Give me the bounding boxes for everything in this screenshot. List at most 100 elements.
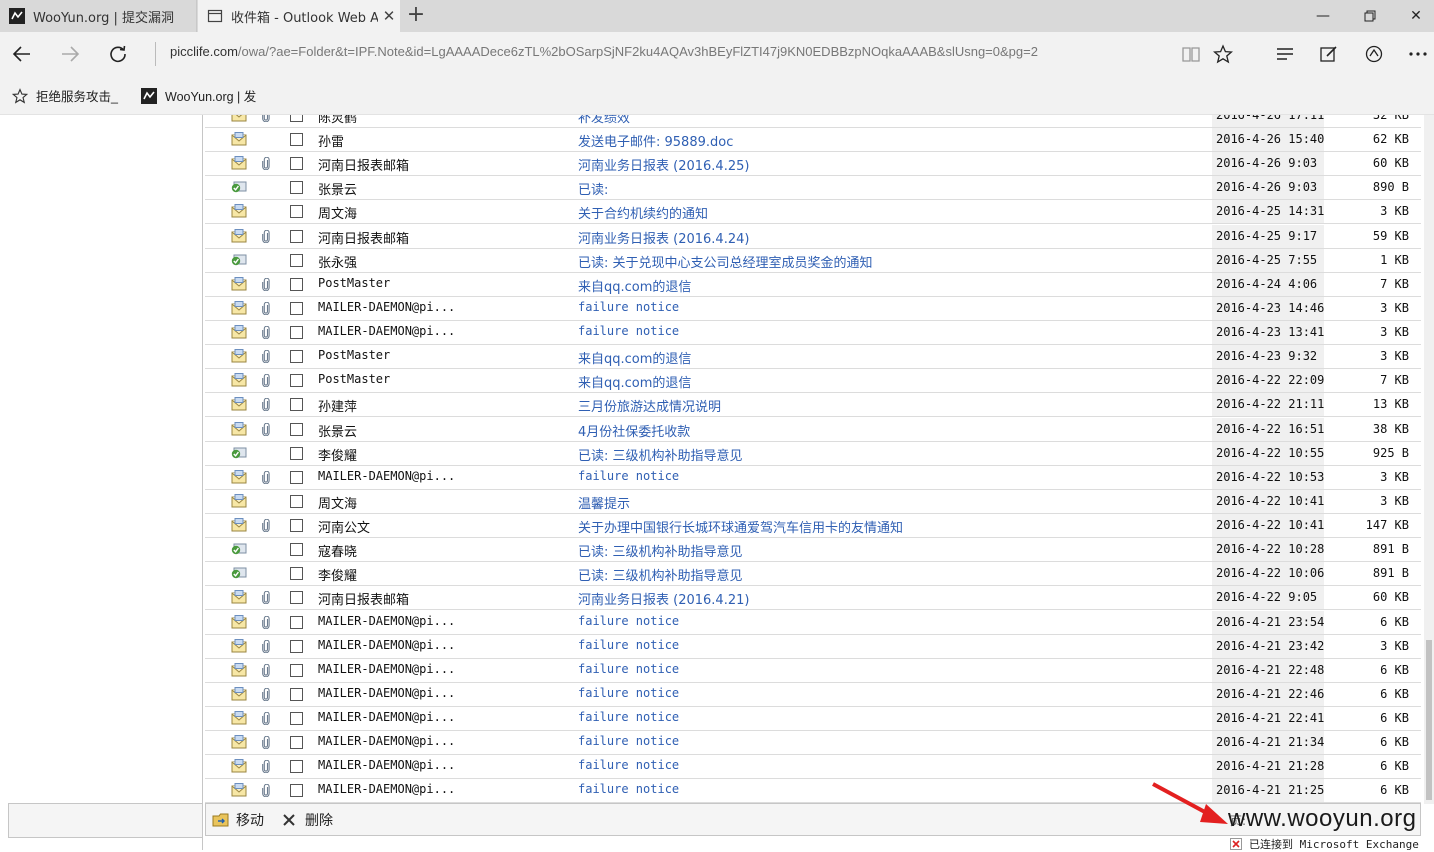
- select-checkbox[interactable]: [290, 446, 303, 460]
- select-checkbox[interactable]: [290, 712, 303, 725]
- select-checkbox[interactable]: [290, 350, 303, 364]
- message-row[interactable]: MAILER-DAEMON@pi... failure notice 2016-4-…: [205, 296, 1421, 321]
- subject-link[interactable]: 已读: 三级机构补助指导意见: [578, 541, 743, 560]
- subject-link[interactable]: 已读: 三级机构补助指导意见: [578, 445, 743, 464]
- subject-link[interactable]: failure notice: [578, 662, 679, 676]
- message-row[interactable]: PostMaster 来自qq.com的退信 2016-4-23 9:32 3 KB: [205, 345, 1421, 370]
- select-checkbox[interactable]: [290, 374, 303, 388]
- message-row[interactable]: MAILER-DAEMON@pi... failure notice 2016-4-…: [205, 610, 1421, 635]
- message-row[interactable]: MAILER-DAEMON@pi... failure notice 2016-4-…: [205, 731, 1421, 756]
- subject-link[interactable]: 温馨提示: [578, 493, 630, 512]
- favorite-item[interactable]: WooYun.org | 发: [141, 86, 256, 105]
- forward-icon[interactable]: [54, 38, 86, 70]
- select-checkbox[interactable]: [290, 253, 303, 267]
- message-row[interactable]: 河南日报表邮箱 河南业务日报表 (2016.4.25) 2016-4-26 9:03…: [205, 152, 1421, 177]
- delete-button[interactable]: 删除: [281, 810, 333, 830]
- message-row[interactable]: 张永强 已读: 关于兑现中心支公司总经理室成员奖金的通知 2016-4-25 7:5…: [205, 248, 1421, 273]
- subject-link[interactable]: failure notice: [578, 469, 679, 483]
- favorite-item[interactable]: 拒绝服务攻击_: [12, 86, 118, 105]
- tab-outlook[interactable]: 收件箱 - Outlook Web A ✕: [198, 0, 400, 32]
- subject-link[interactable]: failure notice: [578, 734, 679, 748]
- restore-icon[interactable]: [1347, 0, 1393, 32]
- subject-link[interactable]: 河南业务日报表 (2016.4.21): [578, 589, 749, 608]
- select-checkbox[interactable]: [290, 398, 303, 412]
- select-checkbox[interactable]: [290, 519, 303, 533]
- move-button[interactable]: 移动: [212, 810, 264, 830]
- more-icon[interactable]: [1404, 40, 1432, 68]
- select-checkbox[interactable]: [290, 301, 303, 315]
- message-row[interactable]: 陈炅鹤 补发绩效 2016-4-26 17:11 32 KB: [205, 115, 1421, 128]
- web-note-icon[interactable]: [1315, 40, 1343, 68]
- subject-link[interactable]: 补发绩效: [578, 115, 630, 126]
- select-checkbox[interactable]: [290, 326, 303, 340]
- message-row[interactable]: MAILER-DAEMON@pi... failure notice 2016-4-…: [205, 779, 1421, 804]
- message-row[interactable]: MAILER-DAEMON@pi... failure notice 2016-4-…: [205, 321, 1421, 346]
- select-checkbox[interactable]: [290, 205, 303, 219]
- select-checkbox[interactable]: [290, 591, 303, 605]
- select-checkbox[interactable]: [290, 181, 303, 195]
- share-icon[interactable]: [1360, 40, 1388, 68]
- subject-link[interactable]: 发送电子邮件: 95889.doc: [578, 131, 733, 150]
- url-field[interactable]: picclife.com/owa/?ae=Folder&t=IPF.Note&i…: [170, 44, 1038, 59]
- message-row[interactable]: 河南日报表邮箱 河南业务日报表 (2016.4.21) 2016-4-22 9:05…: [205, 586, 1421, 611]
- subject-link[interactable]: 来自qq.com的退信: [578, 348, 691, 367]
- subject-link[interactable]: failure notice: [578, 324, 679, 338]
- select-checkbox[interactable]: [290, 543, 303, 557]
- tab-wooyun[interactable]: WooYun.org | 提交漏洞: [0, 0, 197, 32]
- select-checkbox[interactable]: [290, 470, 303, 484]
- subject-link[interactable]: failure notice: [578, 758, 679, 772]
- subject-link[interactable]: 已读: 关于兑现中心支公司总经理室成员奖金的通知: [578, 252, 873, 271]
- close-window-icon[interactable]: ✕: [1393, 0, 1434, 32]
- message-row[interactable]: MAILER-DAEMON@pi... failure notice 2016-4-…: [205, 634, 1421, 659]
- select-checkbox[interactable]: [290, 736, 303, 750]
- subject-link[interactable]: 河南业务日报表 (2016.4.25): [578, 155, 749, 174]
- subject-link[interactable]: failure notice: [578, 710, 679, 724]
- message-row[interactable]: MAILER-DAEMON@pi... failure notice 2016-4-…: [205, 682, 1421, 707]
- select-checkbox[interactable]: [290, 639, 303, 653]
- message-row[interactable]: MAILER-DAEMON@pi... failure notice 2016-4-…: [205, 707, 1421, 731]
- message-row[interactable]: 周文海 关于合约机续约的通知 2016-4-25 14:31 3 KB: [205, 200, 1421, 225]
- message-row[interactable]: 周文海 温馨提示 2016-4-22 10:41 3 KB: [205, 489, 1421, 514]
- message-row[interactable]: 孙雷 发送电子邮件: 95889.doc 2016-4-26 15:40 62 KB: [205, 128, 1421, 153]
- subject-link[interactable]: 河南业务日报表 (2016.4.24): [578, 228, 749, 247]
- hub-icon[interactable]: [1271, 40, 1299, 68]
- message-row[interactable]: 张景云 已读: 2016-4-26 9:03 890 B: [205, 176, 1421, 201]
- message-row[interactable]: 孙建萍 三月份旅游达成情况说明 2016-4-22 21:11 13 KB: [205, 393, 1421, 418]
- subject-link[interactable]: 来自qq.com的退信: [578, 276, 691, 295]
- message-row[interactable]: 河南日报表邮箱 河南业务日报表 (2016.4.24) 2016-4-25 9:17…: [205, 224, 1421, 249]
- select-checkbox[interactable]: [290, 567, 303, 581]
- subject-link[interactable]: 已读: 三级机构补助指导意见: [578, 565, 743, 584]
- select-checkbox[interactable]: [290, 615, 303, 629]
- message-row[interactable]: MAILER-DAEMON@pi... failure notice 2016-4-…: [205, 755, 1421, 780]
- message-row[interactable]: 张景云 4月份社保委托收款 2016-4-22 16:51 38 KB: [205, 417, 1421, 442]
- select-checkbox[interactable]: [290, 115, 303, 122]
- close-tab-icon[interactable]: ✕: [378, 7, 400, 25]
- favorite-star-icon[interactable]: [1209, 40, 1237, 68]
- subject-link[interactable]: 来自qq.com的退信: [578, 372, 691, 391]
- subject-link[interactable]: failure notice: [578, 782, 679, 796]
- select-checkbox[interactable]: [290, 277, 303, 291]
- select-checkbox[interactable]: [290, 157, 303, 171]
- message-row[interactable]: PostMaster 来自qq.com的退信 2016-4-24 4:06 7 KB: [205, 272, 1421, 297]
- minimize-icon[interactable]: —: [1300, 0, 1346, 32]
- subject-link[interactable]: 关于合约机续约的通知: [578, 203, 708, 222]
- subject-link[interactable]: 4月份社保委托收款: [578, 421, 690, 440]
- message-row[interactable]: 寇春晓 已读: 三级机构补助指导意见 2016-4-22 10:28 891 B: [205, 538, 1421, 563]
- scrollbar-thumb[interactable]: [1426, 640, 1432, 800]
- new-tab-icon[interactable]: +: [404, 4, 428, 28]
- subject-link[interactable]: 三月份旅游达成情况说明: [578, 396, 721, 415]
- select-checkbox[interactable]: [290, 784, 303, 798]
- message-row[interactable]: PostMaster 来自qq.com的退信 2016-4-22 22:09 7 KB: [205, 369, 1421, 394]
- select-checkbox[interactable]: [290, 663, 303, 677]
- subject-link[interactable]: failure notice: [578, 614, 679, 628]
- subject-link[interactable]: failure notice: [578, 686, 679, 700]
- select-checkbox[interactable]: [290, 229, 303, 243]
- refresh-icon[interactable]: [102, 38, 134, 70]
- select-checkbox[interactable]: [290, 687, 303, 701]
- subject-link[interactable]: 关于办理中国银行长城环球通爱驾汽车信用卡的友情通知: [578, 517, 903, 536]
- message-row[interactable]: 河南公文 关于办理中国银行长城环球通爱驾汽车信用卡的友情通知 2016-4-22 1…: [205, 514, 1421, 539]
- back-icon[interactable]: [6, 38, 38, 70]
- select-checkbox[interactable]: [290, 760, 303, 774]
- subject-link[interactable]: 已读:: [578, 179, 608, 198]
- select-checkbox[interactable]: [290, 494, 303, 508]
